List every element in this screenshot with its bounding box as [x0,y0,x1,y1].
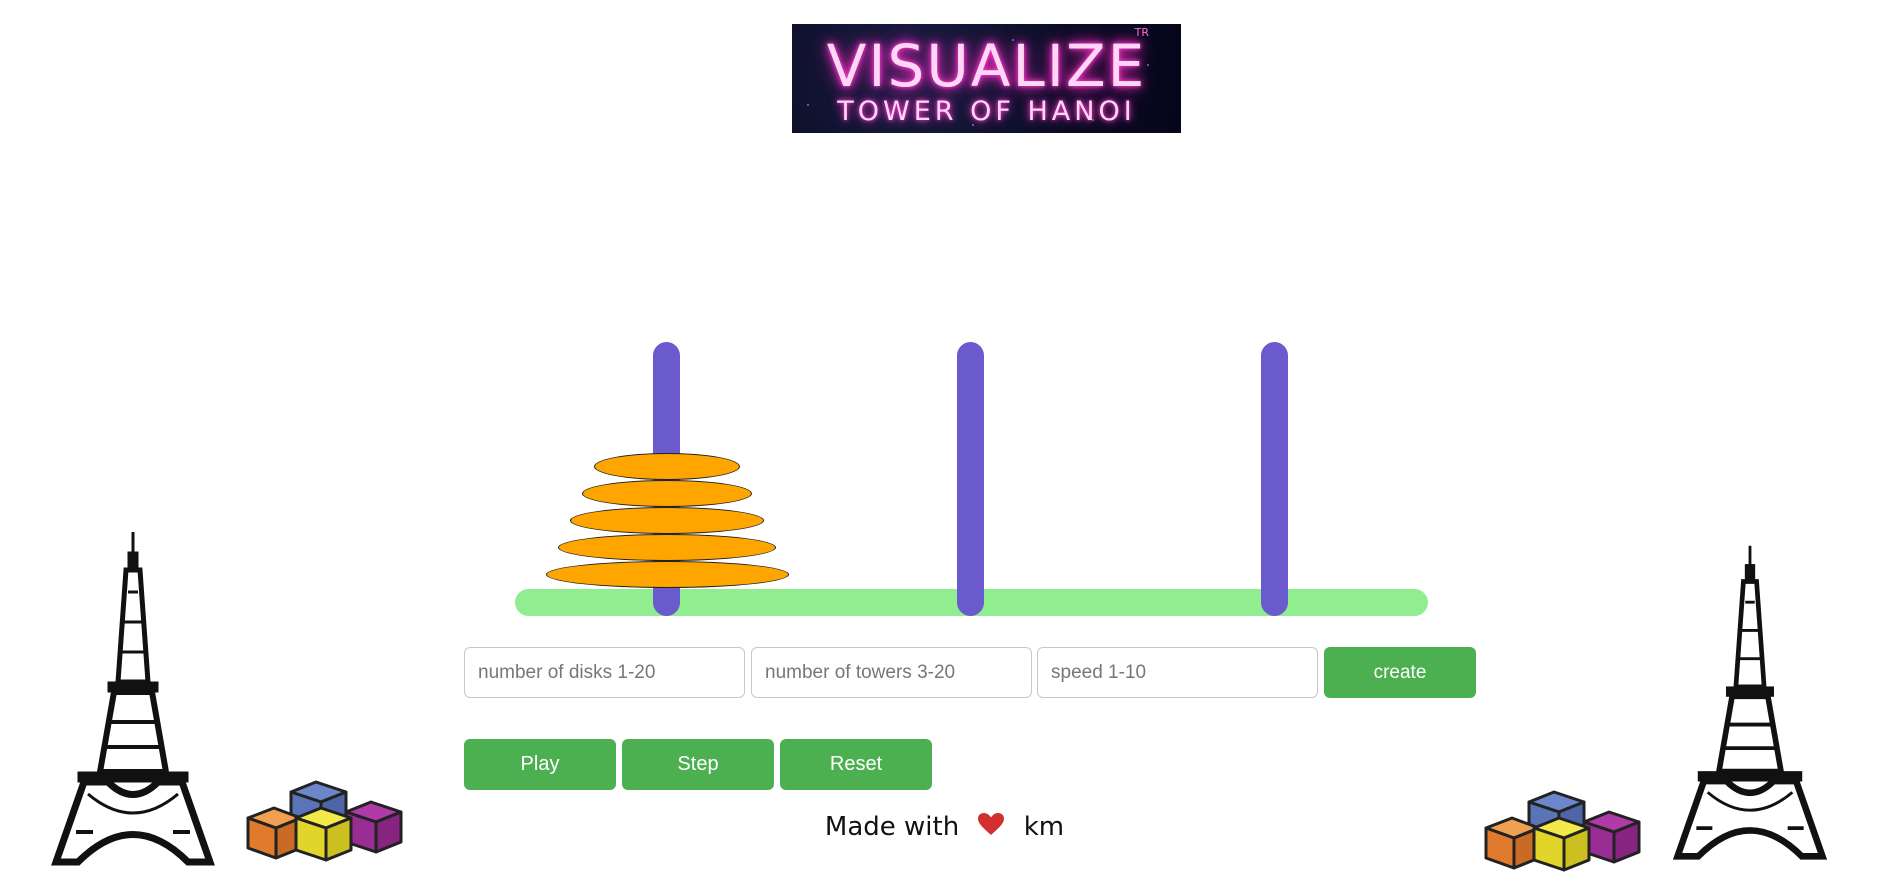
disk-5 [546,561,789,588]
play-button[interactable]: Play [464,739,616,790]
peg-2 [957,342,984,616]
blocks-icon [1484,790,1641,872]
heart-icon [977,812,1005,843]
hanoi-stage [0,0,1889,895]
disk-2 [582,480,752,507]
reset-button[interactable]: Reset [780,739,932,790]
towers-input[interactable] [751,647,1032,698]
eiffel-tower-icon [1672,545,1828,860]
disk-3 [570,507,764,534]
disks-input[interactable] [464,647,745,698]
eiffel-tower-icon [51,532,215,866]
footer-suffix: km [1023,812,1065,842]
disk-4 [558,534,776,561]
create-button[interactable]: create [1324,647,1476,698]
blocks-icon [246,780,403,862]
footer-prefix: Made with [824,812,960,842]
step-button[interactable]: Step [622,739,774,790]
speed-input[interactable] [1037,647,1318,698]
disk-1 [594,453,740,480]
peg-3 [1261,342,1288,616]
